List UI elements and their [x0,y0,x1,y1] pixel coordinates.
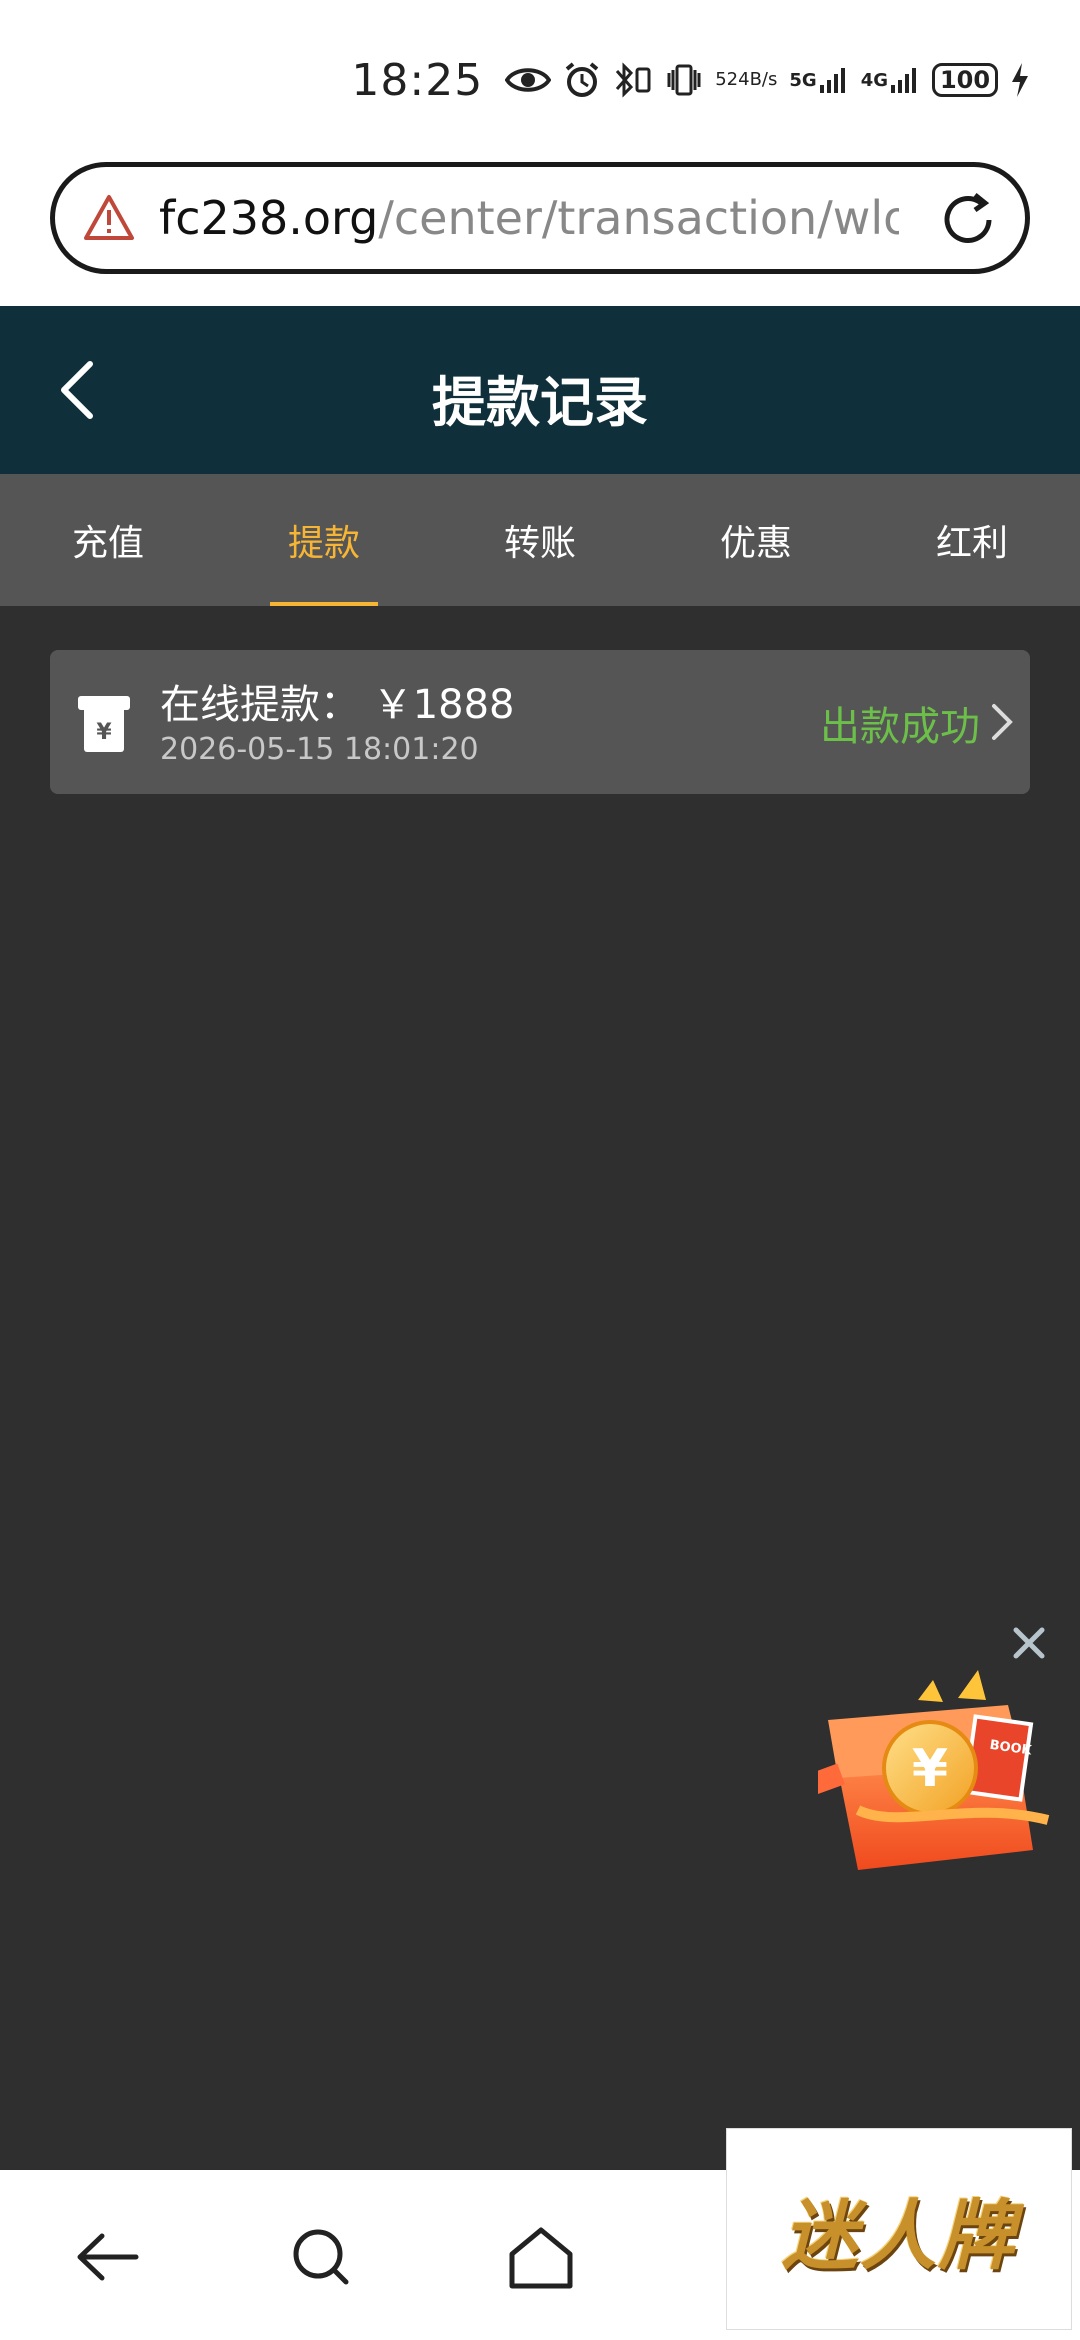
withdraw-record-item[interactable]: ¥ 在线提款： ￥1888 2026-05-15 18:01:20 出款成功 [50,650,1030,794]
url-path: /center/transaction/wlog [378,191,899,245]
warning-icon[interactable] [83,192,135,244]
coin-symbol: ¥ [912,1739,948,1799]
back-arrow-icon[interactable] [72,2222,142,2292]
logo-text: 迷人牌 [782,2191,1016,2280]
page-title: 提款记录 [432,371,648,434]
gift-box-icon[interactable]: BOOK ¥ [818,1660,1058,1880]
charging-icon [1010,62,1030,98]
reload-icon[interactable] [937,189,999,251]
tab-bonus[interactable]: 红利 [864,474,1080,606]
record-status: 出款成功 [820,704,980,750]
url-text[interactable]: fc238.org/center/transaction/wlog [159,191,899,245]
address-bar[interactable]: fc238.org/center/transaction/wlog [50,162,1030,274]
home-icon[interactable] [506,2222,576,2292]
status-bar: 18:25 524 B/s 5G 4G 100 [0,0,1080,150]
svg-text:¥: ¥ [96,720,112,745]
brand-logo: 迷人牌 [726,2128,1072,2330]
signal-4g-icon: 4G [861,65,920,95]
bluetooth-icon [613,61,653,99]
record-tabs: 充值 提款 转账 优惠 红利 [0,474,1080,606]
vibrate-icon [665,61,703,99]
search-icon[interactable] [286,2222,356,2292]
tab-transfer[interactable]: 转账 [432,474,648,606]
close-icon[interactable] [1008,1622,1050,1664]
network-speed: 524 B/s [715,69,778,90]
record-date: 2026-05-15 18:01:20 [160,732,479,767]
browser-toolbar: fc238.org/center/transaction/wlog [0,150,1080,306]
tab-promotion[interactable]: 优惠 [648,474,864,606]
clock: 18:25 [351,54,484,106]
record-title: 在线提款： ￥1888 [160,682,515,728]
battery-icon: 100 [932,63,998,97]
tab-withdraw[interactable]: 提款 [216,474,432,606]
eye-icon [505,64,552,96]
url-host: fc238.org [159,191,379,245]
page-header: 提款记录 [0,306,1080,474]
alarm-icon [563,61,601,99]
chevron-right-icon [992,704,1013,740]
status-icons: 18:25 524 B/s 5G 4G 100 [351,50,1030,110]
withdraw-icon: ¥ [78,696,130,752]
signal-5g-icon: 5G [789,65,848,95]
tab-deposit[interactable]: 充值 [0,474,216,606]
